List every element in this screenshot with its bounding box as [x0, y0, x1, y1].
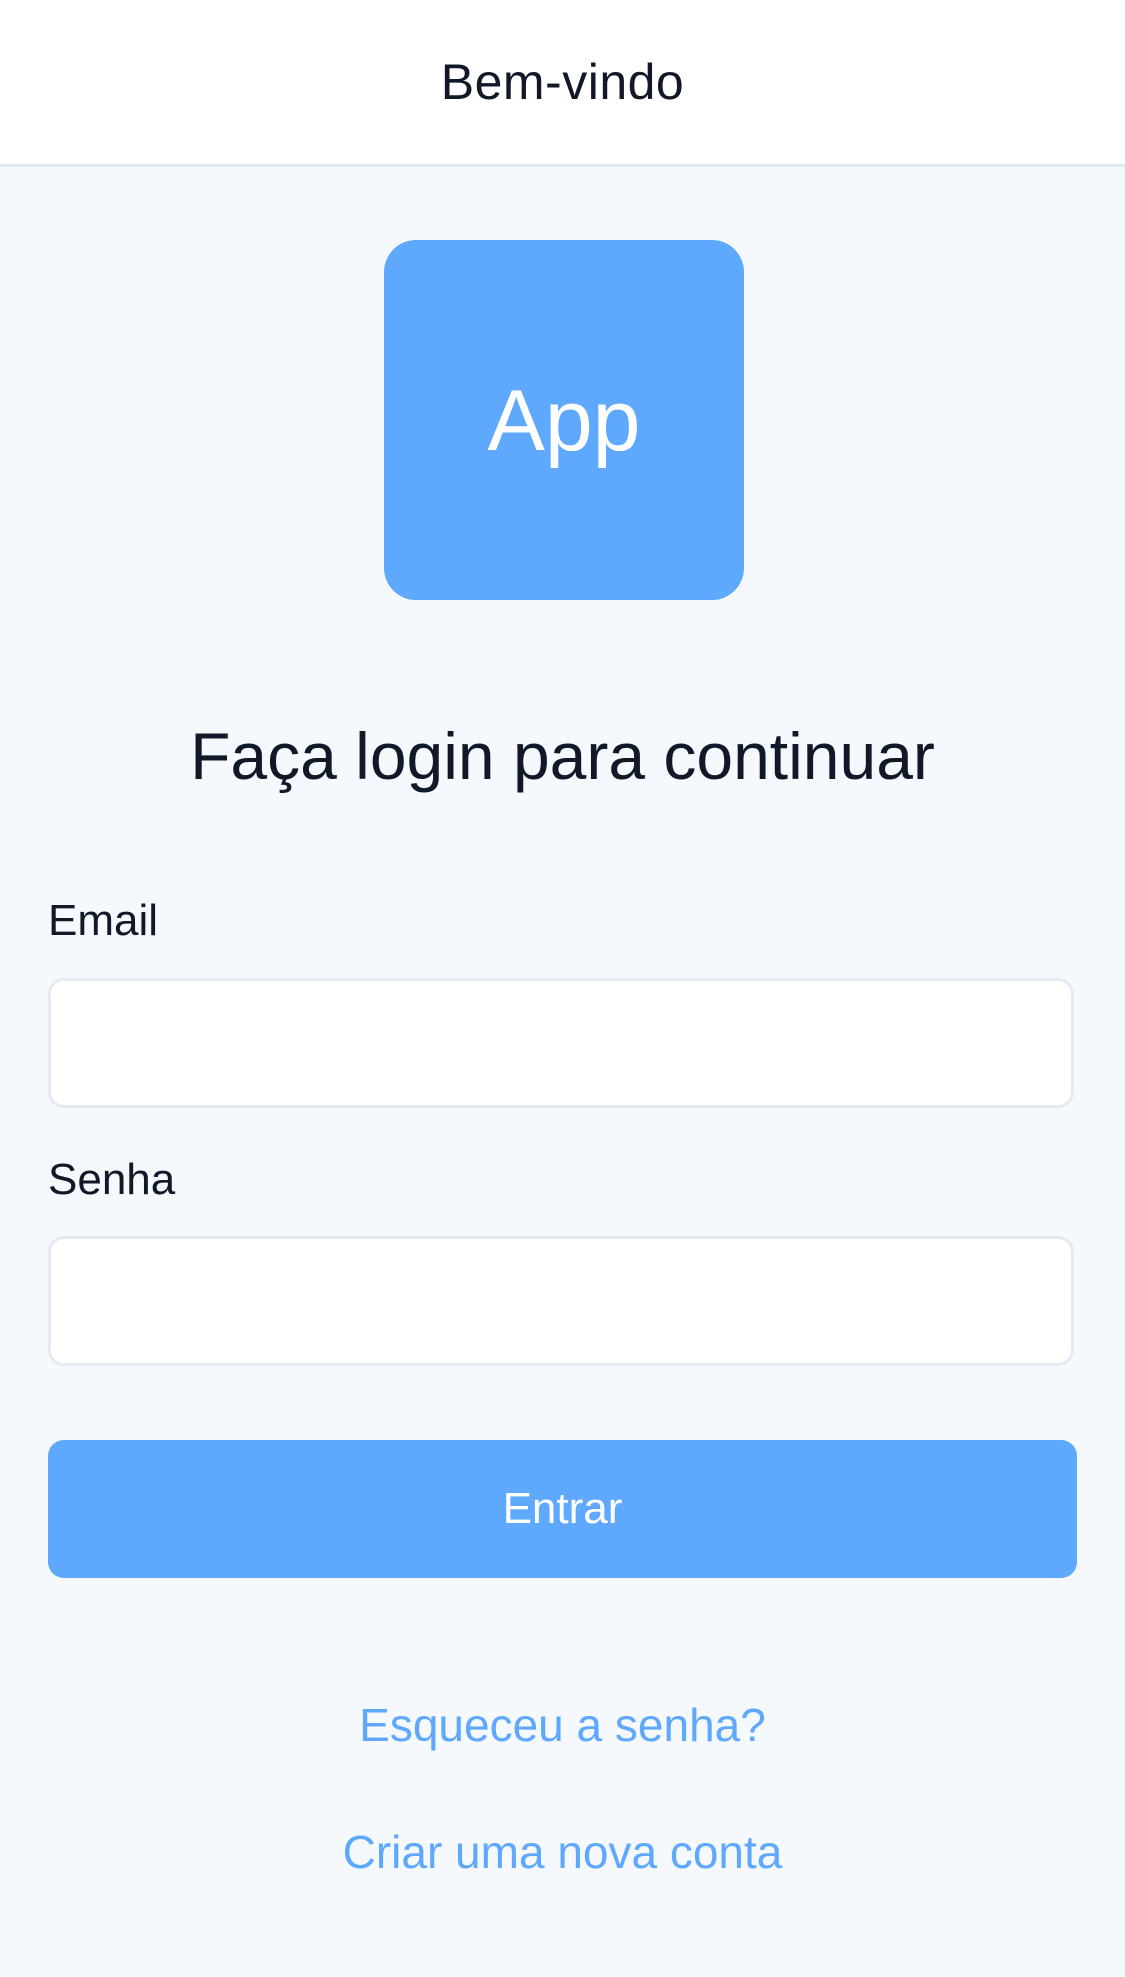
- password-field[interactable]: [48, 1236, 1074, 1366]
- email-label: Email: [48, 896, 159, 945]
- login-heading: Faça login para continuar: [190, 719, 935, 793]
- email-field[interactable]: [48, 978, 1074, 1108]
- forgot-password-link[interactable]: Esqueceu a senha?: [0, 1698, 1125, 1752]
- login-button[interactable]: Entrar: [48, 1440, 1077, 1578]
- password-label: Senha: [48, 1155, 176, 1204]
- create-account-link[interactable]: Criar uma nova conta: [0, 1825, 1125, 1879]
- app-logo-text: App: [487, 372, 641, 469]
- header-title: Bem-vindo: [440, 54, 685, 110]
- app-header: Bem-vindo: [0, 0, 1125, 167]
- app-logo: App: [384, 240, 744, 600]
